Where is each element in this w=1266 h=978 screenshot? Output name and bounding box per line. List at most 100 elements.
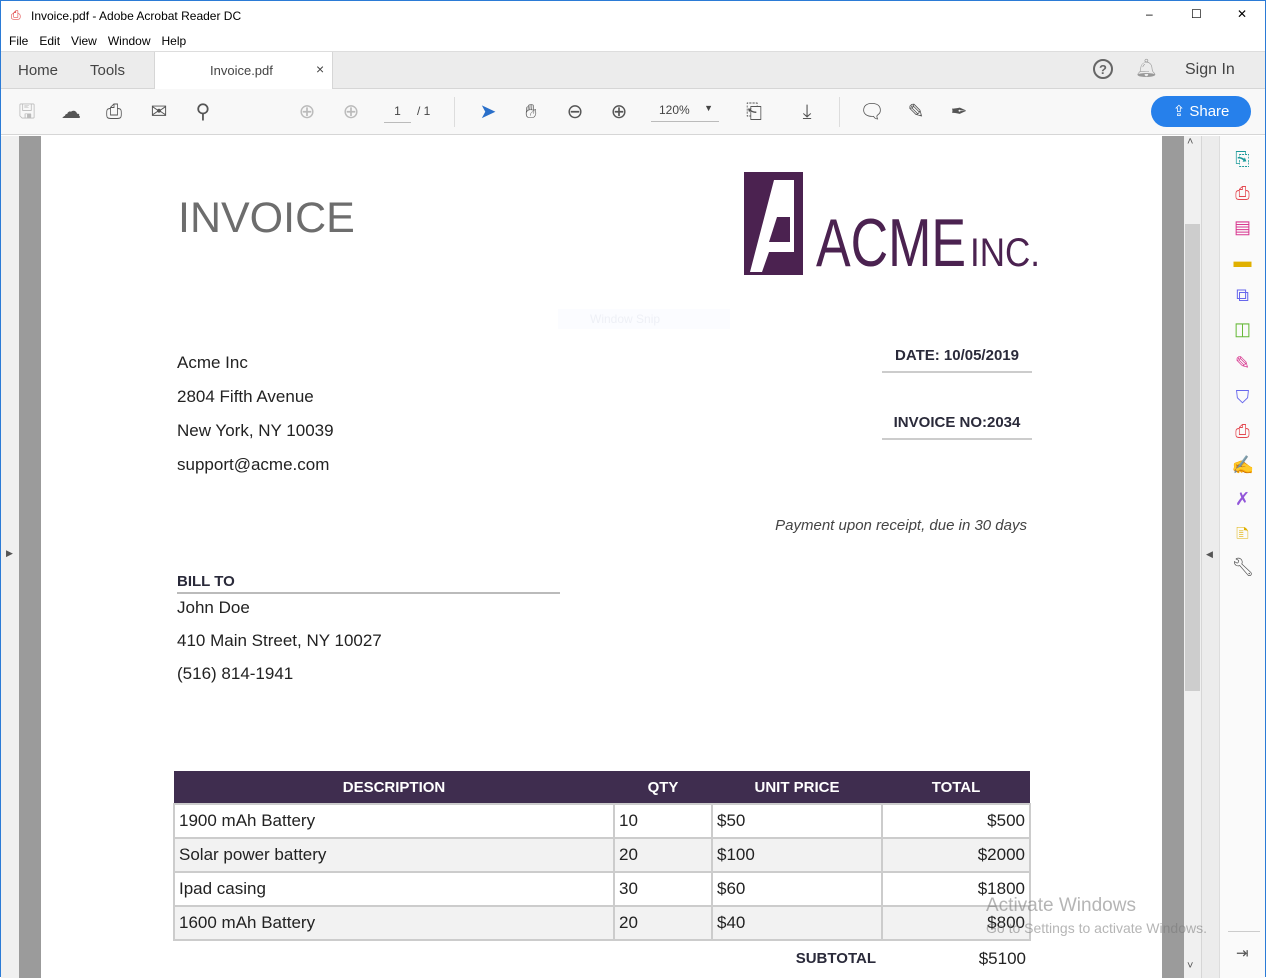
menu-window[interactable]: Window: [108, 34, 151, 48]
fit-page-icon[interactable]: ⎗: [741, 99, 767, 125]
tools-pane: ⎘ ⎙ ▤ ▬ ⧉ ◫ ✎ ⛉ ⎙ ✍ ✗ 🗈 🔧︎ ⇥: [1219, 136, 1265, 978]
cell-qty: 20: [613, 905, 713, 941]
fill-sign-icon[interactable]: ✍: [1232, 454, 1254, 476]
svg-text:ACME: ACME: [816, 205, 966, 275]
send-comments-icon[interactable]: 🗈: [1232, 522, 1254, 544]
title-bar: ⎙ Invoice.pdf - Adobe Acrobat Reader DC …: [1, 1, 1265, 31]
share-label: Share: [1189, 103, 1230, 120]
cell-unit-price: $50: [711, 803, 883, 839]
table-header: DESCRIPTION QTY UNIT PRICE TOTAL: [174, 771, 1030, 804]
close-button[interactable]: ✕: [1237, 7, 1247, 21]
edit-pdf-icon[interactable]: ▤: [1232, 216, 1254, 238]
tab-close-button[interactable]: ×: [316, 61, 324, 77]
expand-left-icon: ▶: [6, 548, 13, 558]
cell-total: $2000: [881, 837, 1031, 873]
maximize-button[interactable]: ☐: [1191, 7, 1202, 21]
export-pdf-icon[interactable]: ⎘: [1232, 148, 1254, 170]
upload-icon[interactable]: ☁: [58, 99, 84, 125]
subtotal-value: $5100: [978, 948, 1026, 968]
page-number-input[interactable]: 1: [384, 104, 411, 123]
tab-document-label: Invoice.pdf: [210, 63, 273, 78]
left-panel-toggle[interactable]: ▶: [1, 136, 19, 978]
bill-to-address: John Doe 410 Main Street, NY 10027 (516)…: [177, 596, 382, 690]
customer-phone: (516) 814-1941: [177, 664, 294, 683]
acrobat-icon: ⎙: [11, 8, 21, 22]
help-icon[interactable]: ?: [1093, 59, 1113, 79]
right-panel-toggle[interactable]: ◀: [1201, 136, 1219, 978]
menu-edit[interactable]: Edit: [39, 34, 60, 48]
redact-icon[interactable]: ✎: [1232, 352, 1254, 374]
zoom-value: 120%: [659, 103, 690, 117]
customer-name: John Doe: [177, 598, 250, 617]
cell-unit-price: $100: [711, 837, 883, 873]
combine-files-icon[interactable]: ⧉: [1232, 284, 1254, 306]
cell-unit-price: $60: [711, 871, 883, 907]
company-name: Acme Inc: [177, 353, 248, 372]
sign-in-link[interactable]: Sign In: [1185, 61, 1235, 79]
search-icon[interactable]: ⚲: [190, 99, 216, 125]
hand-icon[interactable]: ✋︎: [518, 99, 544, 125]
scroll-down-icon[interactable]: ˅: [1187, 960, 1193, 972]
organize-pages-icon[interactable]: ◫: [1232, 318, 1254, 340]
cell-description: Ipad casing: [173, 871, 615, 907]
previous-page-icon[interactable]: ⊕: [294, 99, 320, 125]
cell-description: Solar power battery: [173, 837, 615, 873]
tab-home[interactable]: Home: [18, 62, 58, 79]
next-page-icon[interactable]: ⊕: [338, 99, 364, 125]
menu-view[interactable]: View: [71, 34, 97, 48]
bell-icon[interactable]: 🔔︎: [1135, 58, 1158, 79]
minimize-button[interactable]: –: [1146, 7, 1153, 21]
send-signature-icon[interactable]: ✗: [1232, 488, 1254, 510]
scroll-up-icon[interactable]: ˄: [1187, 136, 1193, 148]
column-qty: QTY: [647, 778, 679, 796]
activate-windows-subtitle: Go to Settings to activate Windows.: [986, 920, 1207, 936]
table-row: 1900 mAh Battery 10 $50 $500: [173, 803, 1031, 839]
zoom-select[interactable]: 120% ▼: [651, 103, 719, 122]
vertical-scrollbar[interactable]: ˄ ˅: [1184, 136, 1201, 978]
comment-icon[interactable]: 🗨︎: [859, 99, 885, 125]
sign-icon[interactable]: ✒: [946, 99, 972, 125]
share-button[interactable]: ⇪ Share: [1151, 96, 1251, 127]
tab-document[interactable]: Invoice.pdf ×: [154, 52, 333, 89]
column-unit-price: UNIT PRICE: [754, 778, 840, 796]
column-description: DESCRIPTION: [342, 778, 446, 796]
toolbar: 🖫 ☁ ⎙ ✉ ⚲ ⊕ ⊕ 1 / 1 ➤ ✋︎ ⊖ ⊕ 120% ▼ ⎗ ⤓ 🗨…: [1, 89, 1265, 135]
svg-text:INC.: INC.: [970, 231, 1040, 275]
cell-unit-price: $40: [711, 905, 883, 941]
zoom-in-icon[interactable]: ⊕: [606, 99, 632, 125]
chevron-down-icon: ▼: [704, 103, 713, 113]
print-icon[interactable]: ⎙: [101, 99, 127, 125]
column-total: TOTAL: [931, 778, 981, 796]
more-tools-icon[interactable]: 🔧︎: [1232, 556, 1255, 578]
customer-street: 410 Main Street, NY 10027: [177, 631, 382, 650]
tab-tools[interactable]: Tools: [90, 62, 125, 79]
zoom-out-icon[interactable]: ⊖: [562, 99, 588, 125]
scrollbar-thumb[interactable]: [1185, 224, 1200, 691]
invoice-date: DATE: 10/05/2019: [882, 347, 1032, 373]
create-pdf-icon[interactable]: ⎙: [1232, 182, 1254, 204]
menu-help[interactable]: Help: [162, 34, 187, 48]
window-snip-overlay: Window Snip: [558, 309, 730, 329]
cell-qty: 30: [613, 871, 713, 907]
line-items-table: DESCRIPTION QTY UNIT PRICE TOTAL 1900 mA…: [173, 771, 1031, 976]
menu-bar: File Edit View Window Help: [1, 31, 1265, 52]
cell-description: 1600 mAh Battery: [173, 905, 615, 941]
save-icon[interactable]: 🖫: [14, 99, 40, 125]
scroll-mode-icon[interactable]: ⤓: [794, 99, 820, 125]
acme-logo: ACME INC.: [744, 172, 1044, 281]
invoice-number: INVOICE NO:2034: [882, 414, 1032, 440]
company-address: Acme Inc 2804 Fifth Avenue New York, NY …: [177, 346, 334, 482]
protect-icon[interactable]: ⛉: [1232, 386, 1254, 408]
collapse-pane-icon[interactable]: ⇥: [1236, 944, 1249, 962]
email-icon[interactable]: ✉: [146, 99, 172, 125]
highlight-icon[interactable]: ✎: [903, 99, 929, 125]
subtotal-label: SUBTOTAL: [795, 950, 876, 967]
payment-terms: Payment upon receipt, due in 30 days: [775, 517, 1027, 534]
comment-tool-icon[interactable]: ▬: [1232, 250, 1254, 272]
optimize-pdf-icon[interactable]: ⎙: [1232, 420, 1254, 442]
tab-bar: Home Tools Invoice.pdf × ? 🔔︎ Sign In: [1, 52, 1265, 89]
menu-file[interactable]: File: [9, 34, 28, 48]
page-total: / 1: [417, 104, 431, 118]
cell-description: 1900 mAh Battery: [173, 803, 615, 839]
select-cursor-icon[interactable]: ➤: [475, 99, 501, 125]
